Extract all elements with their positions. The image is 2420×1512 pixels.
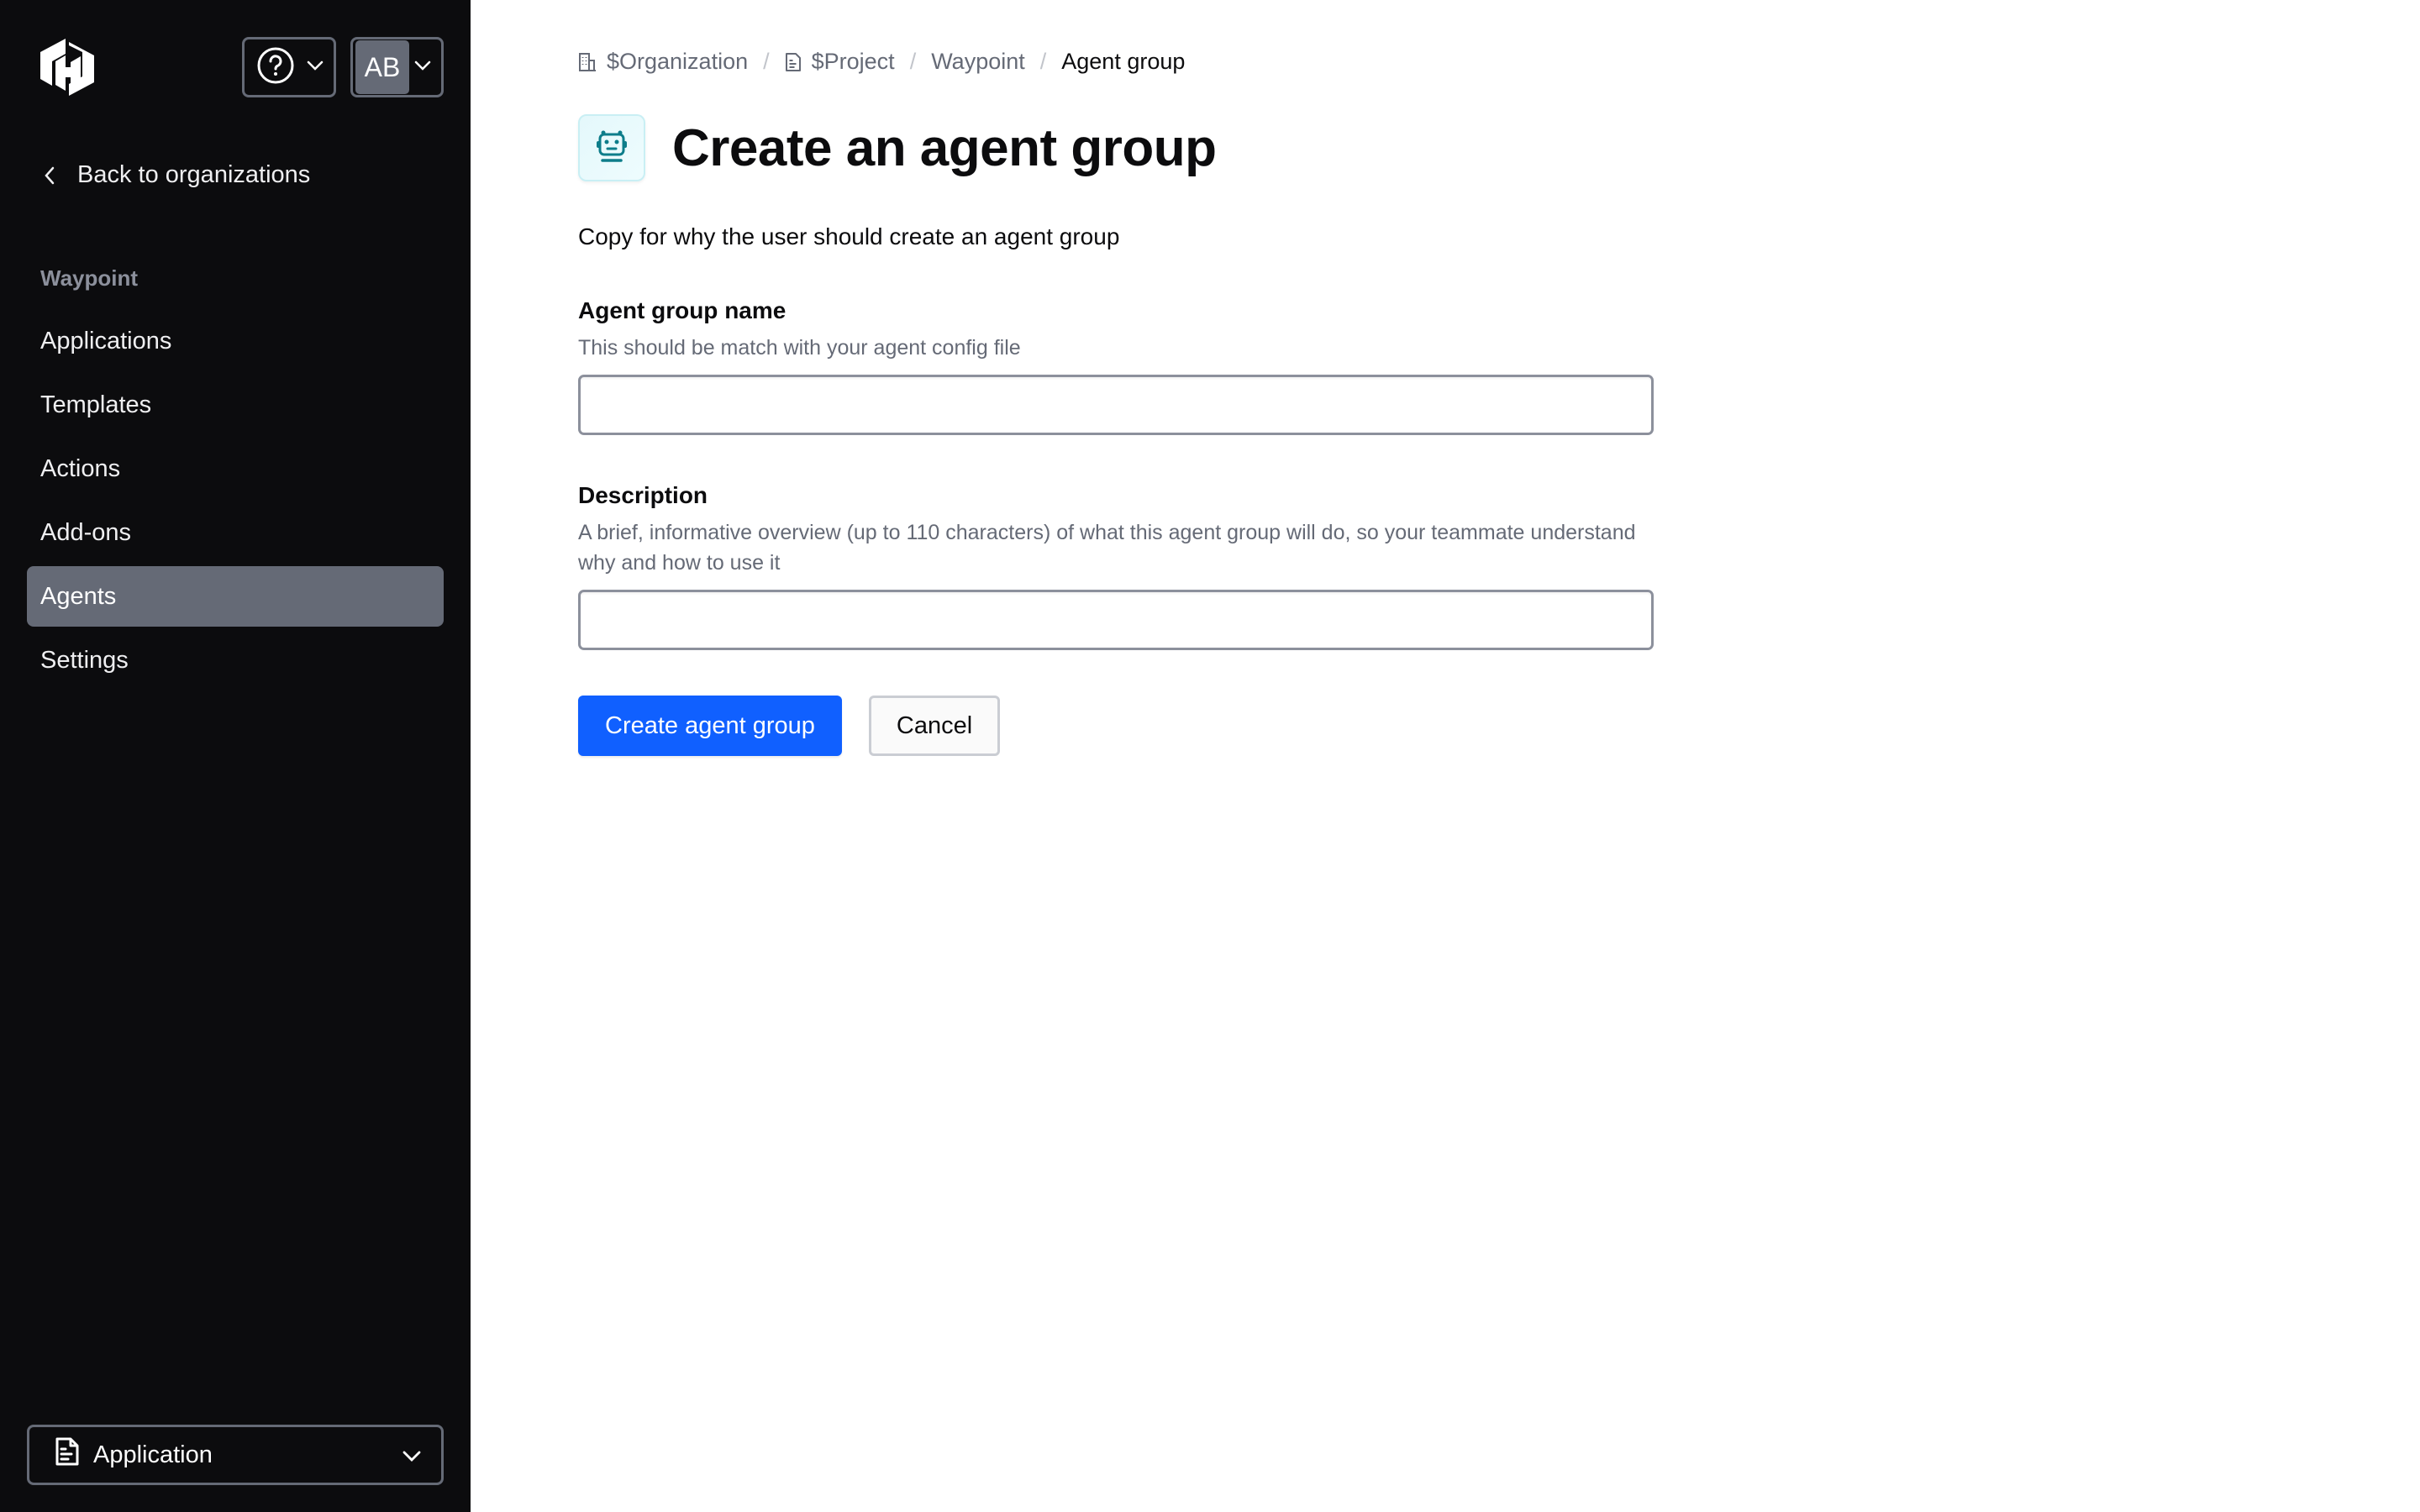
agent-group-name-field: Agent group name This should be match wi… bbox=[578, 297, 1654, 435]
help-icon bbox=[256, 46, 295, 89]
sidebar-item-applications[interactable]: Applications bbox=[27, 311, 444, 371]
sidebar-item-settings[interactable]: Settings bbox=[27, 630, 444, 690]
breadcrumb-label: Agent group bbox=[1061, 49, 1186, 74]
sidebar-item-label: Settings bbox=[40, 646, 129, 674]
sidebar-nav: Applications Templates Actions Add-ons A… bbox=[27, 311, 444, 694]
back-link-label: Back to organizations bbox=[77, 161, 311, 188]
file-icon bbox=[55, 1436, 80, 1473]
chevron-down-icon bbox=[414, 60, 431, 75]
context-switcher-dropdown[interactable]: Application bbox=[27, 1425, 444, 1485]
breadcrumb-item-current: Agent group bbox=[1061, 49, 1185, 75]
sidebar-item-actions[interactable]: Actions bbox=[27, 438, 444, 499]
field-hint: A brief, informative overview (up to 110… bbox=[578, 521, 1636, 575]
agent-group-name-input[interactable] bbox=[578, 375, 1654, 435]
description-field: Description A brief, informative overvie… bbox=[578, 482, 1654, 650]
breadcrumb-item-waypoint[interactable]: Waypoint bbox=[931, 49, 1025, 75]
sidebar-item-label: Add-ons bbox=[40, 518, 132, 546]
sidebar-item-label: Templates bbox=[40, 391, 152, 418]
back-to-organizations-link[interactable]: Back to organizations bbox=[44, 161, 310, 189]
form-actions: Create agent group Cancel bbox=[578, 696, 1001, 756]
context-switcher-label: Application bbox=[93, 1441, 213, 1468]
sidebar-item-templates[interactable]: Templates bbox=[27, 375, 444, 435]
breadcrumb: $Organization / $Project / Waypoint / Ag… bbox=[578, 49, 1185, 75]
user-menu-button[interactable]: AB bbox=[350, 37, 444, 97]
chevron-down-icon bbox=[307, 60, 324, 75]
sidebar: AB Back to organizations Waypoint Applic… bbox=[0, 0, 471, 1512]
page-title: Create an agent group bbox=[672, 118, 1217, 177]
page-description: Copy for why the user should create an a… bbox=[578, 223, 1120, 249]
robot-icon bbox=[578, 114, 645, 181]
file-icon bbox=[785, 52, 801, 71]
breadcrumb-separator: / bbox=[1039, 49, 1047, 74]
breadcrumb-separator: / bbox=[909, 49, 917, 74]
avatar: AB bbox=[355, 40, 409, 94]
create-agent-group-button[interactable]: Create agent group bbox=[578, 696, 842, 756]
chevron-down-icon bbox=[402, 1441, 421, 1469]
breadcrumb-label: $Organization bbox=[607, 49, 749, 74]
breadcrumb-label: Waypoint bbox=[931, 49, 1025, 74]
page-header: Create an agent group bbox=[578, 114, 1217, 181]
field-hint: This should be match with your agent con… bbox=[578, 336, 1021, 360]
sidebar-item-label: Actions bbox=[40, 454, 121, 482]
breadcrumb-separator: / bbox=[763, 49, 770, 74]
breadcrumb-item-project[interactable]: $Project bbox=[785, 49, 895, 75]
field-label: Agent group name bbox=[578, 297, 786, 323]
building-icon bbox=[579, 52, 596, 71]
sidebar-item-label: Agents bbox=[40, 582, 117, 610]
nav-section-heading: Waypoint bbox=[40, 265, 139, 291]
sidebar-item-label: Applications bbox=[40, 327, 172, 354]
cancel-button[interactable]: Cancel bbox=[868, 696, 1001, 756]
field-label: Description bbox=[578, 482, 708, 508]
description-input[interactable] bbox=[578, 590, 1654, 650]
breadcrumb-label: $Project bbox=[811, 49, 895, 74]
help-menu-button[interactable] bbox=[242, 37, 336, 97]
hashicorp-logo-icon[interactable] bbox=[37, 37, 97, 97]
sidebar-item-agents[interactable]: Agents bbox=[27, 566, 444, 627]
sidebar-item-add-ons[interactable]: Add-ons bbox=[27, 502, 444, 563]
breadcrumb-item-organization[interactable]: $Organization bbox=[578, 49, 748, 75]
chevron-left-icon bbox=[45, 166, 55, 184]
